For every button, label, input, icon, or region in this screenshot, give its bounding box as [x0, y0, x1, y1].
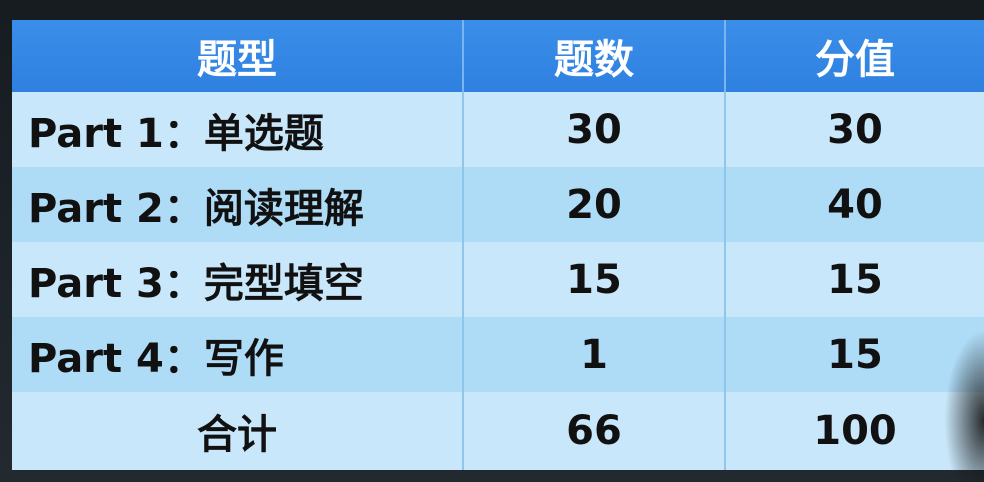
row-1-score: 30: [726, 92, 984, 167]
presenter-shadow: [944, 330, 984, 482]
row-4-type: Part 4：写作: [12, 317, 464, 392]
row-1-type: Part 1：单选题: [12, 92, 464, 167]
row-4-count: 1: [464, 317, 726, 392]
row-2-score: 40: [726, 167, 984, 242]
row-3-type: Part 3：完型填空: [12, 242, 464, 317]
row-3-count: 15: [464, 242, 726, 317]
screen: 题型 题数 分值 Part 1：单选题 30 30 Part 2：阅读理解 20…: [0, 0, 984, 482]
exam-score-table: 题型 题数 分值 Part 1：单选题 30 30 Part 2：阅读理解 20…: [12, 20, 984, 470]
row-2-count: 20: [464, 167, 726, 242]
header-count: 题数: [464, 20, 726, 92]
row-1-count: 30: [464, 92, 726, 167]
header-score: 分值: [726, 20, 984, 92]
total-count: 66: [464, 392, 726, 470]
row-2-type: Part 2：阅读理解: [12, 167, 464, 242]
total-label: 合计: [12, 392, 464, 470]
header-type: 题型: [12, 20, 464, 92]
row-3-score: 15: [726, 242, 984, 317]
